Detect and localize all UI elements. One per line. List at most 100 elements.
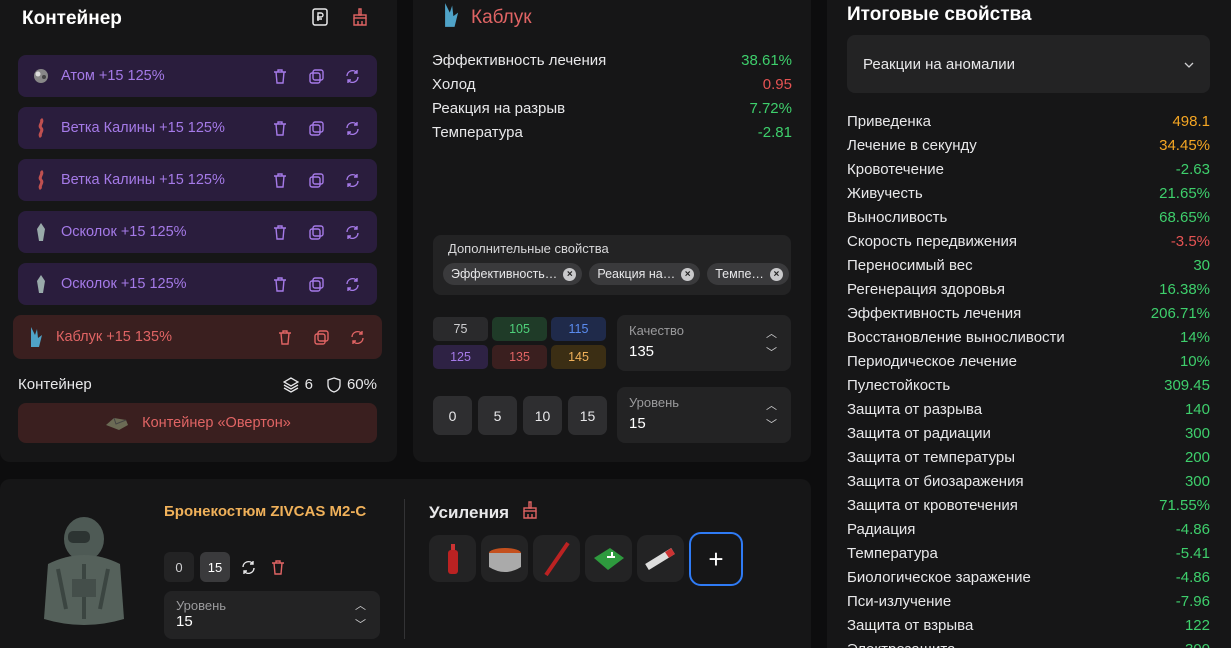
stat-name: Регенерация здоровья	[847, 280, 1005, 298]
chevron-up-icon[interactable]: ︿	[355, 600, 366, 612]
trash-icon[interactable]	[271, 119, 289, 137]
remove-chip-icon[interactable]: ×	[681, 267, 695, 281]
stat-row: Приведенка 498.1	[847, 109, 1210, 133]
stat-name: Радиация	[847, 520, 916, 538]
trash-icon[interactable]	[271, 223, 289, 241]
copy-icon[interactable]	[312, 328, 330, 346]
property-chip[interactable]: Реакция на… ×	[589, 263, 701, 285]
refresh-icon[interactable]	[343, 223, 361, 241]
copy-icon[interactable]	[307, 67, 325, 85]
broom-icon[interactable]	[521, 501, 539, 524]
armor-level-max-button[interactable]: 15	[200, 552, 230, 582]
extra-properties-title: Дополнительные свойства	[448, 241, 609, 256]
artifact-row[interactable]: Осколок +15 125%	[18, 211, 377, 253]
quality-preset-button[interactable]: 115	[551, 317, 606, 341]
chevron-up-icon[interactable]: ︿	[766, 328, 777, 340]
boost-item-bottle[interactable]	[429, 535, 476, 582]
boost-item-stick[interactable]	[533, 535, 580, 582]
stat-value: 300	[1185, 641, 1210, 648]
property-chip[interactable]: Темпе… ×	[707, 263, 789, 285]
artifact-row[interactable]: Ветка Калины +15 125%	[18, 159, 377, 201]
refresh-icon[interactable]	[343, 67, 361, 85]
remove-chip-icon[interactable]: ×	[563, 267, 577, 281]
stat-value: 30	[1193, 256, 1210, 274]
viburnum-branch-icon	[30, 117, 52, 139]
stat-name: Пси-излучение	[847, 592, 952, 610]
shard-icon	[30, 273, 52, 295]
quality-preset-button[interactable]: 145	[551, 345, 606, 369]
stat-row: Защита от температуры 200	[847, 445, 1210, 469]
copy-icon[interactable]	[307, 119, 325, 137]
chevron-down-icon[interactable]: ﹀	[355, 619, 366, 631]
boost-item-pot[interactable]	[481, 535, 528, 582]
stat-row: Переносимый вес 30	[847, 253, 1210, 277]
boosts-header: Усиления	[429, 501, 539, 524]
level-preset-button[interactable]: 10	[523, 396, 562, 435]
layers-icon	[282, 376, 299, 393]
artifact-row[interactable]: Атом +15 125%	[18, 55, 377, 97]
boost-item-syringe[interactable]	[637, 535, 684, 582]
copy-icon[interactable]	[307, 171, 325, 189]
level-stepper[interactable]: Уровень 15 ︿ ﹀	[617, 387, 791, 443]
stat-value: 16.38%	[1159, 280, 1210, 298]
level-preset-button[interactable]: 15	[568, 396, 607, 435]
broom-icon[interactable]	[351, 8, 369, 26]
quality-preset-button[interactable]: 125	[433, 345, 488, 369]
refresh-icon[interactable]	[343, 275, 361, 293]
chevron-up-icon[interactable]: ︿	[766, 400, 777, 412]
container-select-button[interactable]: Контейнер «Овертон»	[18, 403, 377, 443]
stat-name: Живучесть	[847, 184, 923, 202]
refresh-icon[interactable]	[343, 119, 361, 137]
stat-name: Электрозащита	[847, 641, 955, 648]
copy-icon[interactable]	[307, 275, 325, 293]
quality-presets: 75 105 115 125 135 145	[433, 317, 606, 369]
stat-name: Выносливость	[847, 208, 948, 226]
quality-preset-button[interactable]: 75	[433, 317, 488, 341]
slots-value: 6	[304, 376, 313, 393]
refresh-icon[interactable]	[348, 328, 366, 346]
armor-level-stepper[interactable]: Уровень 15 ︿ ﹀	[164, 591, 380, 639]
stat-value: 206.71%	[1150, 304, 1210, 322]
stat-row: Биологическое заражение -4.86	[847, 565, 1210, 589]
quality-preset-button[interactable]: 135	[492, 345, 547, 369]
trash-icon[interactable]	[271, 67, 289, 85]
stat-name: Кровотечение	[847, 160, 944, 178]
artifact-row-selected[interactable]: Каблук +15 135%	[13, 315, 382, 359]
quality-preset-button[interactable]: 105	[492, 317, 547, 341]
trash-icon[interactable]	[276, 328, 294, 346]
trash-icon[interactable]	[271, 275, 289, 293]
chevron-down-icon[interactable]: ﹀	[766, 347, 777, 359]
artifact-label: Атом +15 125%	[61, 68, 165, 84]
select-value: Реакции на аномалии	[863, 55, 1016, 73]
stat-row: Температура -2.81	[432, 120, 792, 144]
boost-item-medkit[interactable]	[585, 535, 632, 582]
artifact-row[interactable]: Ветка Калины +15 125%	[18, 107, 377, 149]
artifact-label: Каблук +15 135%	[56, 329, 172, 345]
chevron-down-icon[interactable]: ﹀	[766, 419, 777, 431]
stat-value: 200	[1184, 448, 1210, 466]
refresh-icon[interactable]	[236, 560, 260, 575]
refresh-icon[interactable]	[343, 171, 361, 189]
stat-row: Пулестойкость 309.45	[847, 373, 1210, 397]
property-chip[interactable]: Эффективность… ×	[443, 263, 583, 285]
stat-value: 71.55%	[1159, 496, 1210, 514]
trash-icon[interactable]	[271, 171, 289, 189]
quality-label: Качество	[629, 323, 684, 338]
copy-icon[interactable]	[307, 223, 325, 241]
ruble-doc-icon[interactable]	[311, 8, 329, 26]
artifact-row[interactable]: Осколок +15 125%	[18, 263, 377, 305]
level-preset-button[interactable]: 5	[478, 396, 517, 435]
artifact-label: Осколок +15 125%	[61, 224, 187, 240]
add-boost-button[interactable]: +	[689, 532, 743, 586]
properties-category-select[interactable]: Реакции на аномалии	[847, 35, 1210, 93]
chip-label: Реакция на…	[597, 267, 676, 281]
quality-stepper[interactable]: Качество 135 ︿ ﹀	[617, 315, 791, 371]
container-panel: Контейнер Атом +15 125% Ветка Калины +15…	[0, 0, 397, 462]
stat-value: 309.45	[1164, 376, 1210, 394]
trash-icon[interactable]	[266, 559, 290, 575]
container-footer-label: Контейнер	[18, 376, 92, 393]
level-preset-button[interactable]: 0	[433, 396, 472, 435]
stat-value: -2.81	[757, 123, 792, 141]
remove-chip-icon[interactable]: ×	[769, 267, 783, 281]
armor-level-min-button[interactable]: 0	[164, 552, 194, 582]
